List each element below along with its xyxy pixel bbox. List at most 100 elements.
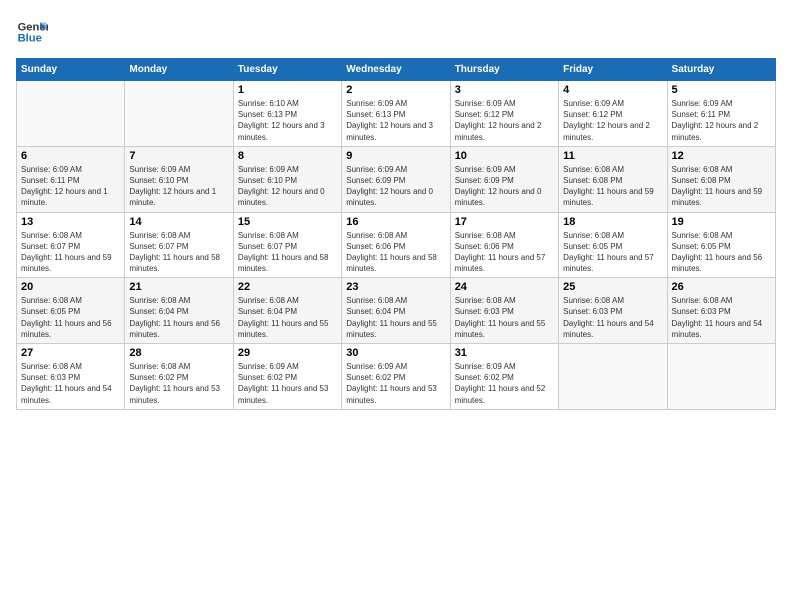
day-info: Sunrise: 6:08 AM Sunset: 6:07 PM Dayligh… [21,230,120,275]
day-info: Sunrise: 6:09 AM Sunset: 6:12 PM Dayligh… [563,98,662,143]
day-info: Sunrise: 6:09 AM Sunset: 6:12 PM Dayligh… [455,98,554,143]
day-number: 26 [672,281,771,293]
calendar-header-thursday: Thursday [450,59,558,81]
day-number: 3 [455,84,554,96]
calendar-cell: 31 Sunrise: 6:09 AM Sunset: 6:02 PM Dayli… [450,344,558,410]
calendar-header-row: SundayMondayTuesdayWednesdayThursdayFrid… [17,59,776,81]
day-info: Sunrise: 6:08 AM Sunset: 6:04 PM Dayligh… [346,295,445,340]
day-info: Sunrise: 6:08 AM Sunset: 6:03 PM Dayligh… [21,361,120,406]
calendar-cell: 16 Sunrise: 6:08 AM Sunset: 6:06 PM Dayli… [342,212,450,278]
day-info: Sunrise: 6:08 AM Sunset: 6:03 PM Dayligh… [455,295,554,340]
calendar-header-friday: Friday [559,59,667,81]
day-info: Sunrise: 6:08 AM Sunset: 6:03 PM Dayligh… [563,295,662,340]
day-number: 7 [129,150,228,162]
calendar-header-tuesday: Tuesday [233,59,341,81]
calendar-cell: 30 Sunrise: 6:09 AM Sunset: 6:02 PM Dayli… [342,344,450,410]
day-info: Sunrise: 6:08 AM Sunset: 6:07 PM Dayligh… [129,230,228,275]
calendar-header-monday: Monday [125,59,233,81]
day-info: Sunrise: 6:08 AM Sunset: 6:04 PM Dayligh… [129,295,228,340]
day-info: Sunrise: 6:10 AM Sunset: 6:13 PM Dayligh… [238,98,337,143]
day-info: Sunrise: 6:09 AM Sunset: 6:09 PM Dayligh… [455,164,554,209]
day-number: 29 [238,347,337,359]
calendar-week-row: 13 Sunrise: 6:08 AM Sunset: 6:07 PM Dayli… [17,212,776,278]
day-info: Sunrise: 6:09 AM Sunset: 6:11 PM Dayligh… [672,98,771,143]
calendar-cell: 6 Sunrise: 6:09 AM Sunset: 6:11 PM Daylig… [17,146,125,212]
day-number: 4 [563,84,662,96]
day-info: Sunrise: 6:09 AM Sunset: 6:10 PM Dayligh… [129,164,228,209]
day-number: 9 [346,150,445,162]
calendar-header-sunday: Sunday [17,59,125,81]
day-info: Sunrise: 6:09 AM Sunset: 6:02 PM Dayligh… [238,361,337,406]
day-info: Sunrise: 6:08 AM Sunset: 6:05 PM Dayligh… [21,295,120,340]
day-number: 25 [563,281,662,293]
day-info: Sunrise: 6:08 AM Sunset: 6:06 PM Dayligh… [455,230,554,275]
calendar-cell [559,344,667,410]
day-info: Sunrise: 6:08 AM Sunset: 6:06 PM Dayligh… [346,230,445,275]
day-number: 12 [672,150,771,162]
day-number: 6 [21,150,120,162]
day-number: 21 [129,281,228,293]
calendar-cell: 27 Sunrise: 6:08 AM Sunset: 6:03 PM Dayli… [17,344,125,410]
calendar-cell: 14Sunrise: 6:08 AM Sunset: 6:07 PM Dayli… [125,212,233,278]
day-number: 30 [346,347,445,359]
calendar-cell: 8Sunrise: 6:09 AM Sunset: 6:10 PM Daylig… [233,146,341,212]
day-info: Sunrise: 6:08 AM Sunset: 6:04 PM Dayligh… [238,295,337,340]
calendar-cell: 7 Sunrise: 6:09 AM Sunset: 6:10 PM Daylig… [125,146,233,212]
calendar-cell: 15Sunrise: 6:08 AM Sunset: 6:07 PM Dayli… [233,212,341,278]
day-number: 24 [455,281,554,293]
calendar-cell: 29 Sunrise: 6:09 AM Sunset: 6:02 PM Dayli… [233,344,341,410]
svg-text:Blue: Blue [18,33,42,45]
calendar-week-row: 1 Sunrise: 6:10 AM Sunset: 6:13 PM Daylig… [17,81,776,147]
calendar-cell: 1 Sunrise: 6:10 AM Sunset: 6:13 PM Daylig… [233,81,341,147]
day-number: 1 [238,84,337,96]
calendar-table: SundayMondayTuesdayWednesdayThursdayFrid… [16,58,776,410]
day-info: Sunrise: 6:08 AM Sunset: 6:08 PM Dayligh… [563,164,662,209]
calendar-cell: 11 Sunrise: 6:08 AM Sunset: 6:08 PM Dayli… [559,146,667,212]
calendar-cell: 2Sunrise: 6:09 AM Sunset: 6:13 PM Daylig… [342,81,450,147]
logo-icon: General Blue [16,16,48,48]
day-number: 17 [455,216,554,228]
day-info: Sunrise: 6:08 AM Sunset: 6:03 PM Dayligh… [672,295,771,340]
day-number: 2 [346,84,445,96]
calendar-cell: 18Sunrise: 6:08 AM Sunset: 6:05 PM Dayli… [559,212,667,278]
calendar-week-row: 20 Sunrise: 6:08 AM Sunset: 6:05 PM Dayli… [17,278,776,344]
calendar-cell: 20 Sunrise: 6:08 AM Sunset: 6:05 PM Dayli… [17,278,125,344]
calendar-cell: 17 Sunrise: 6:08 AM Sunset: 6:06 PM Dayli… [450,212,558,278]
day-number: 8 [238,150,337,162]
calendar-cell [125,81,233,147]
calendar-cell: 21 Sunrise: 6:08 AM Sunset: 6:04 PM Dayli… [125,278,233,344]
calendar-cell: 23 Sunrise: 6:08 AM Sunset: 6:04 PM Dayli… [342,278,450,344]
day-number: 11 [563,150,662,162]
day-number: 28 [129,347,228,359]
calendar-cell [667,344,775,410]
day-number: 27 [21,347,120,359]
day-number: 16 [346,216,445,228]
day-info: Sunrise: 6:08 AM Sunset: 6:02 PM Dayligh… [129,361,228,406]
calendar-cell [17,81,125,147]
day-number: 31 [455,347,554,359]
calendar-week-row: 6 Sunrise: 6:09 AM Sunset: 6:11 PM Daylig… [17,146,776,212]
day-number: 10 [455,150,554,162]
calendar-cell: 26 Sunrise: 6:08 AM Sunset: 6:03 PM Dayli… [667,278,775,344]
day-number: 23 [346,281,445,293]
calendar-cell: 28 Sunrise: 6:08 AM Sunset: 6:02 PM Dayli… [125,344,233,410]
day-number: 5 [672,84,771,96]
day-info: Sunrise: 6:09 AM Sunset: 6:02 PM Dayligh… [346,361,445,406]
calendar-cell: 13 Sunrise: 6:08 AM Sunset: 6:07 PM Dayli… [17,212,125,278]
day-number: 15 [238,216,337,228]
calendar-cell: 19Sunrise: 6:08 AM Sunset: 6:05 PM Dayli… [667,212,775,278]
calendar-cell: 3 Sunrise: 6:09 AM Sunset: 6:12 PM Daylig… [450,81,558,147]
day-number: 19 [672,216,771,228]
logo: General Blue [16,16,48,48]
calendar-week-row: 27 Sunrise: 6:08 AM Sunset: 6:03 PM Dayli… [17,344,776,410]
day-number: 18 [563,216,662,228]
day-number: 22 [238,281,337,293]
day-number: 20 [21,281,120,293]
day-info: Sunrise: 6:09 AM Sunset: 6:11 PM Dayligh… [21,164,120,209]
calendar-header-saturday: Saturday [667,59,775,81]
calendar-cell: 5 Sunrise: 6:09 AM Sunset: 6:11 PM Daylig… [667,81,775,147]
calendar-cell: 12Sunrise: 6:08 AM Sunset: 6:08 PM Dayli… [667,146,775,212]
day-info: Sunrise: 6:09 AM Sunset: 6:09 PM Dayligh… [346,164,445,209]
day-info: Sunrise: 6:09 AM Sunset: 6:02 PM Dayligh… [455,361,554,406]
day-number: 13 [21,216,120,228]
